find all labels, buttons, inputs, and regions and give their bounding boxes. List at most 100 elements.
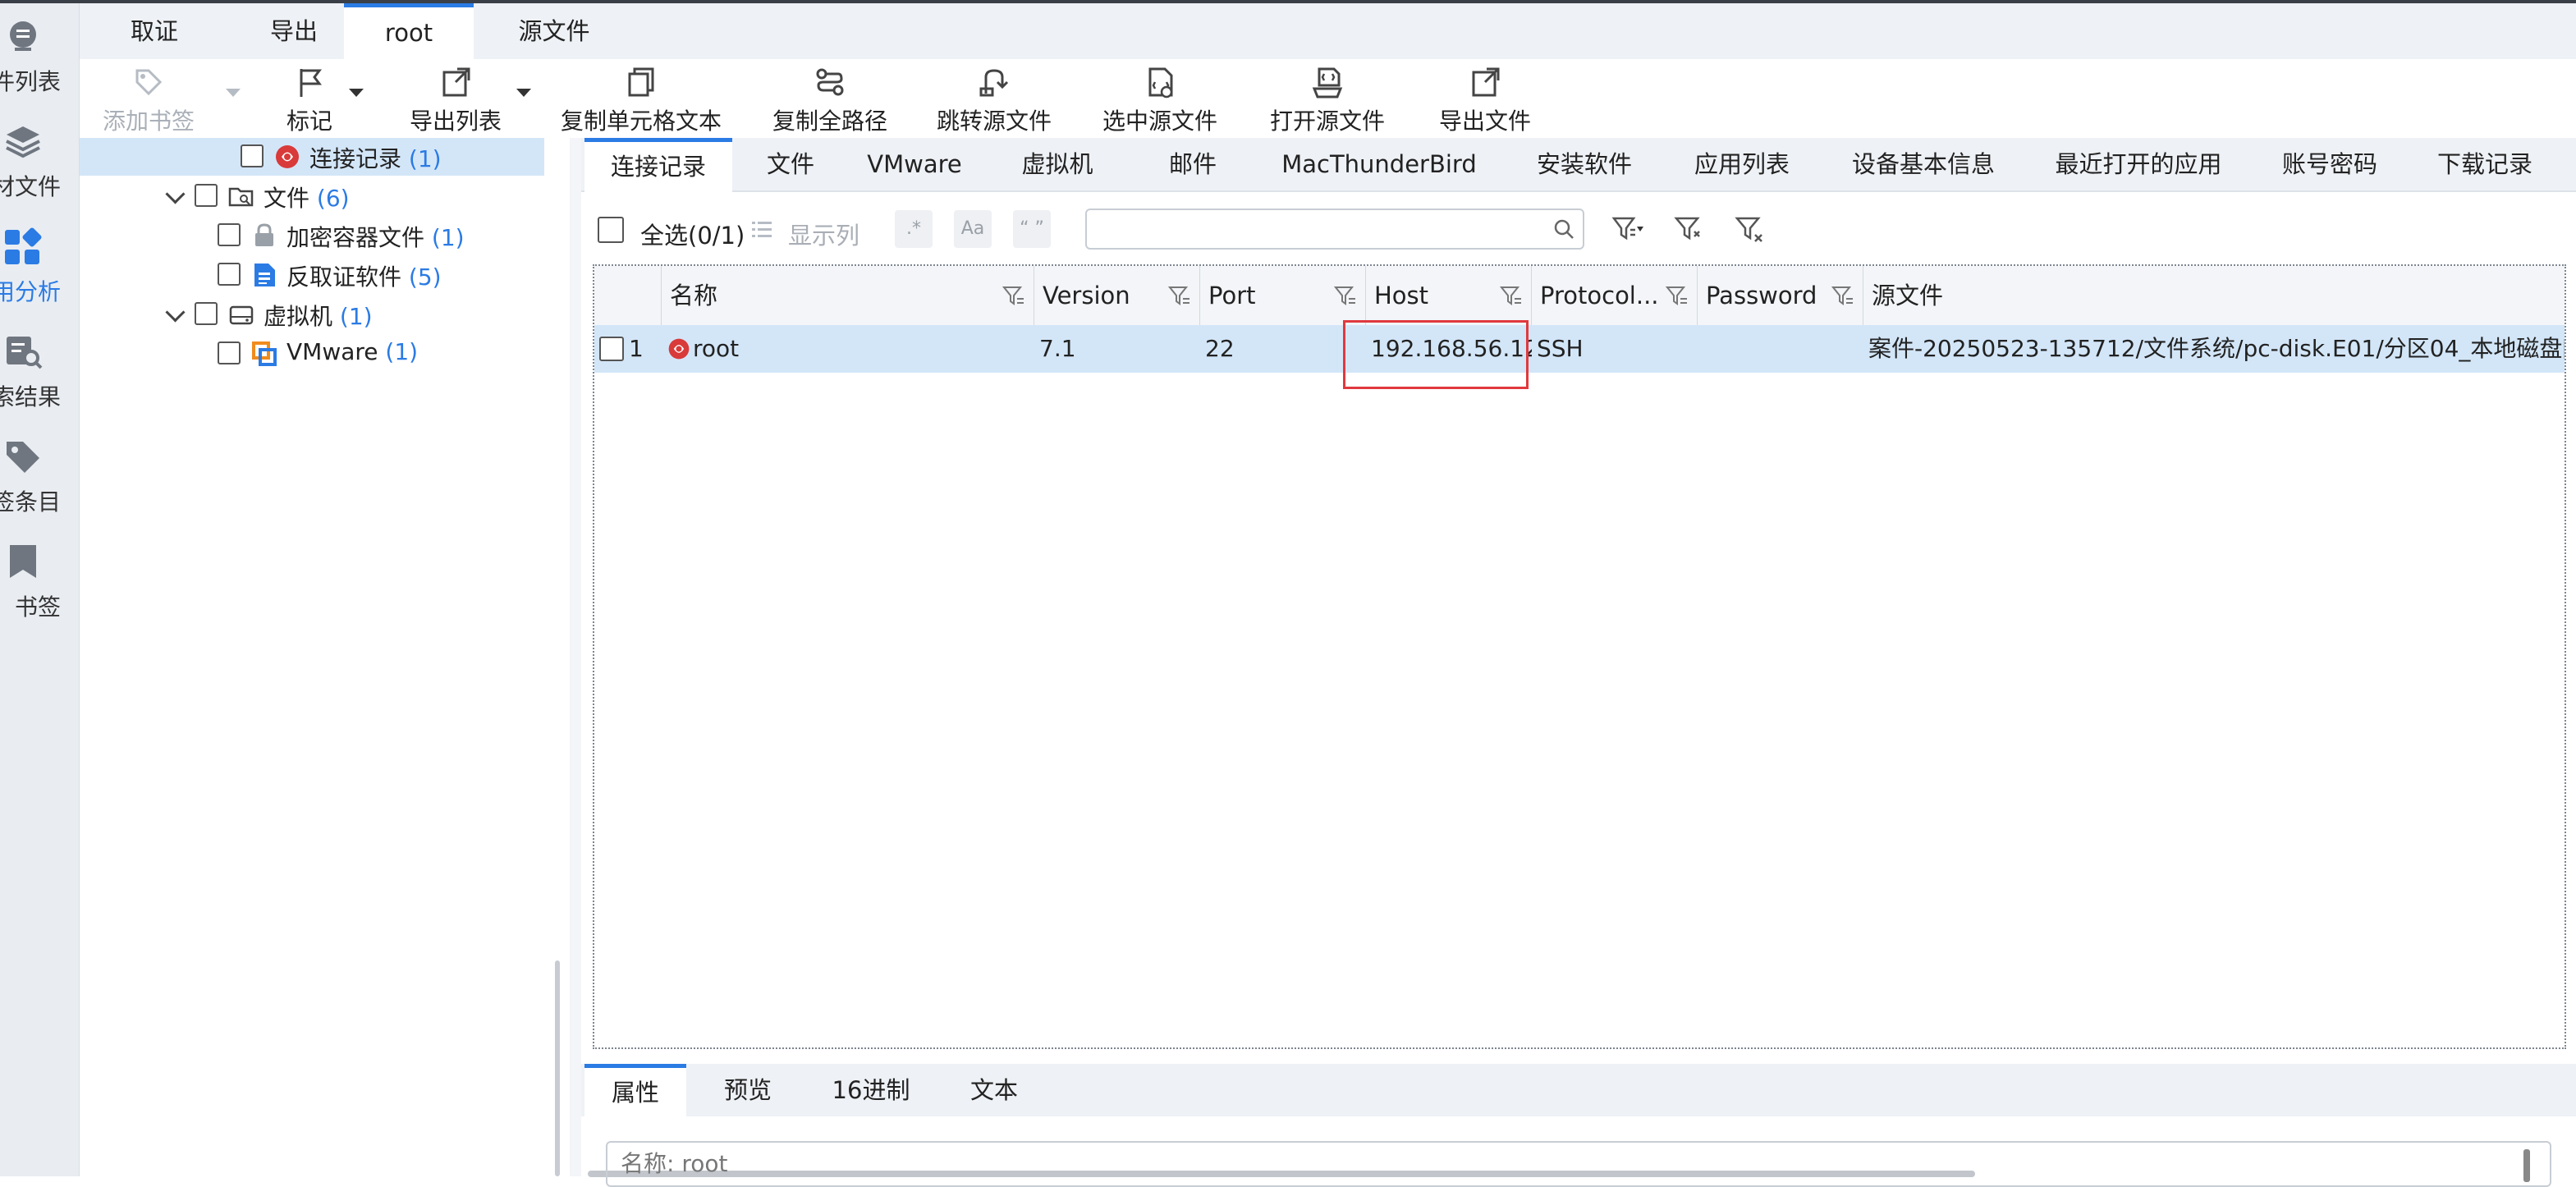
column-header-port[interactable]: Port [1200,266,1366,325]
menu-bar: 取证 导出 root 源文件 [80,3,2576,59]
tree-item-files[interactable]: 文件 (6) [80,177,544,215]
cell-password[interactable] [1698,325,1863,373]
tab-hex[interactable]: 16进制 [809,1064,933,1116]
nav-file-list[interactable]: 件列表 [0,5,79,103]
tree-checkbox[interactable] [218,223,241,246]
menu-tab-export[interactable]: 导出 [229,3,359,59]
tab-properties[interactable]: 属性 [584,1064,686,1118]
column-header-version[interactable]: Version [1034,266,1200,325]
nav-material-files[interactable]: 材文件 [0,110,79,209]
tree-checkbox[interactable] [195,184,218,207]
panel-splitter[interactable] [570,138,581,1176]
regex-toggle[interactable]: .* [895,210,933,248]
select-all-checkbox[interactable] [598,217,624,243]
tab-device-info[interactable]: 设备基本信息 [1822,138,2024,190]
path-icon [816,68,844,96]
tag-icon [7,442,39,473]
column-filter-icon[interactable] [1168,284,1191,307]
tree-label: 虚拟机 [264,303,333,330]
export-file-button[interactable]: 导出文件 [1434,66,1536,135]
show-columns-button[interactable]: 显示列 [788,217,859,251]
tab-vmware[interactable]: VMware [849,138,980,190]
filter-options-icon[interactable] [1611,212,1645,246]
column-filter-icon[interactable] [1831,284,1854,307]
tab-files[interactable]: 文件 [732,138,849,190]
cell-version[interactable]: 7.1 [1034,325,1200,373]
column-filter-icon[interactable] [1500,284,1523,307]
column-filter-icon[interactable] [1666,284,1689,307]
open-source-file-button[interactable]: 打开源文件 [1267,66,1388,135]
tab-preview[interactable]: 预览 [686,1064,809,1116]
copy-cell-text-button[interactable]: 复制单元格文本 [559,66,723,135]
tab-installed-software[interactable]: 安装软件 [1507,138,1662,190]
export-list-dropdown-icon[interactable] [516,89,531,97]
menu-tab-forensics[interactable]: 取证 [80,3,229,59]
nav-search-results[interactable]: 索结果 [0,320,79,419]
chevron-down-icon[interactable] [165,184,186,204]
tree-checkbox[interactable] [218,341,241,364]
cell-protocol[interactable]: SSH [1532,325,1698,373]
column-header-protocol[interactable]: Protocol... [1532,266,1698,325]
tree-checkbox[interactable] [218,263,241,286]
cell-source-file[interactable]: 案件-20250523-135712/文件系统/pc-disk.E01/分区04… [1863,325,2565,373]
case-sensitive-toggle[interactable]: Aa [954,210,992,248]
column-header-password[interactable]: Password [1698,266,1863,325]
tab-macthunderbird[interactable]: MacThunderBird [1251,138,1507,190]
tab-mail[interactable]: 邮件 [1134,138,1251,190]
select-source-file-button[interactable]: 选中源文件 [1099,66,1221,135]
document-icon [254,264,275,286]
tree-scrollbar[interactable] [555,960,560,1176]
add-bookmark-dropdown-icon[interactable] [226,89,241,97]
tree-item-encrypted-container[interactable]: 加密容器文件 (1) [80,217,544,254]
tab-download-records[interactable]: 下载记录 [2407,138,2563,190]
row-checkbox[interactable] [599,337,624,361]
column-filter-icon[interactable] [1334,284,1357,307]
chevron-down-icon[interactable] [165,302,186,323]
cell-name-text: root [693,335,740,362]
mark-button[interactable]: 标记 [264,66,355,135]
add-bookmark-button[interactable]: 添加书签 [99,66,198,135]
menu-tab-root[interactable]: root [344,3,474,59]
clear-filter-icon[interactable] [1673,212,1707,246]
tree-checkbox[interactable] [195,302,218,325]
tree-item-vmware[interactable]: VMware (1) [80,335,544,373]
tab-virtual-machine[interactable]: 虚拟机 [980,138,1134,190]
column-filter-icon[interactable] [1002,284,1025,307]
nav-label: 件列表 [0,68,61,95]
copy-icon [628,67,654,97]
column-header-host[interactable]: Host [1366,266,1532,325]
column-label: Host [1374,282,1429,309]
tree-item-virtual-machine[interactable]: 虚拟机 (1) [80,296,544,333]
tab-text[interactable]: 文本 [933,1064,1056,1116]
property-scrollbar[interactable] [2523,1149,2530,1182]
nav-tag-items[interactable]: 签条目 [0,425,79,524]
tab-recent-apps[interactable]: 最近打开的应用 [2024,138,2253,190]
table-row[interactable]: 1 root 7.1 22 192.168.56.129 SSH 案件-2025… [594,325,2565,373]
tree-label: VMware [286,338,378,365]
tree-item-connection-records[interactable]: 连接记录 (1) [80,138,544,176]
column-header-name[interactable]: 名称 [662,266,1034,325]
remove-filter-icon[interactable] [1734,212,1768,246]
copy-full-path-button[interactable]: 复制全路径 [766,66,894,135]
export-list-button[interactable]: 导出列表 [388,66,523,135]
column-header-source-file[interactable]: 源文件 [1863,266,2565,325]
property-name-field[interactable]: 名称: root [606,1141,2551,1187]
nav-label: 索结果 [0,383,61,410]
tree-checkbox[interactable] [241,144,264,167]
search-input[interactable] [1085,209,1584,250]
nav-bookmarks[interactable]: 书签 [0,530,79,629]
mark-dropdown-icon[interactable] [349,89,364,97]
tab-connection-records[interactable]: 连接记录 [584,138,732,192]
nav-app-analysis[interactable]: 用分析 [0,215,79,314]
select-all-label[interactable]: 全选(0/1) [640,217,745,251]
tab-app-list[interactable]: 应用列表 [1662,138,1822,190]
exact-match-toggle[interactable]: “ ” [1013,210,1051,248]
tree-label: 文件 [264,185,310,212]
cell-name[interactable]: root [662,325,1034,373]
jump-source-file-button[interactable]: 跳转源文件 [933,66,1055,135]
tree-item-anti-forensic-software[interactable]: 反取证软件 (5) [80,256,544,294]
tab-account-passwords[interactable]: 账号密码 [2253,138,2407,190]
row-index-cell: 1 [594,325,662,373]
menu-tab-source-file[interactable]: 源文件 [474,3,635,59]
cell-port[interactable]: 22 [1200,325,1366,373]
